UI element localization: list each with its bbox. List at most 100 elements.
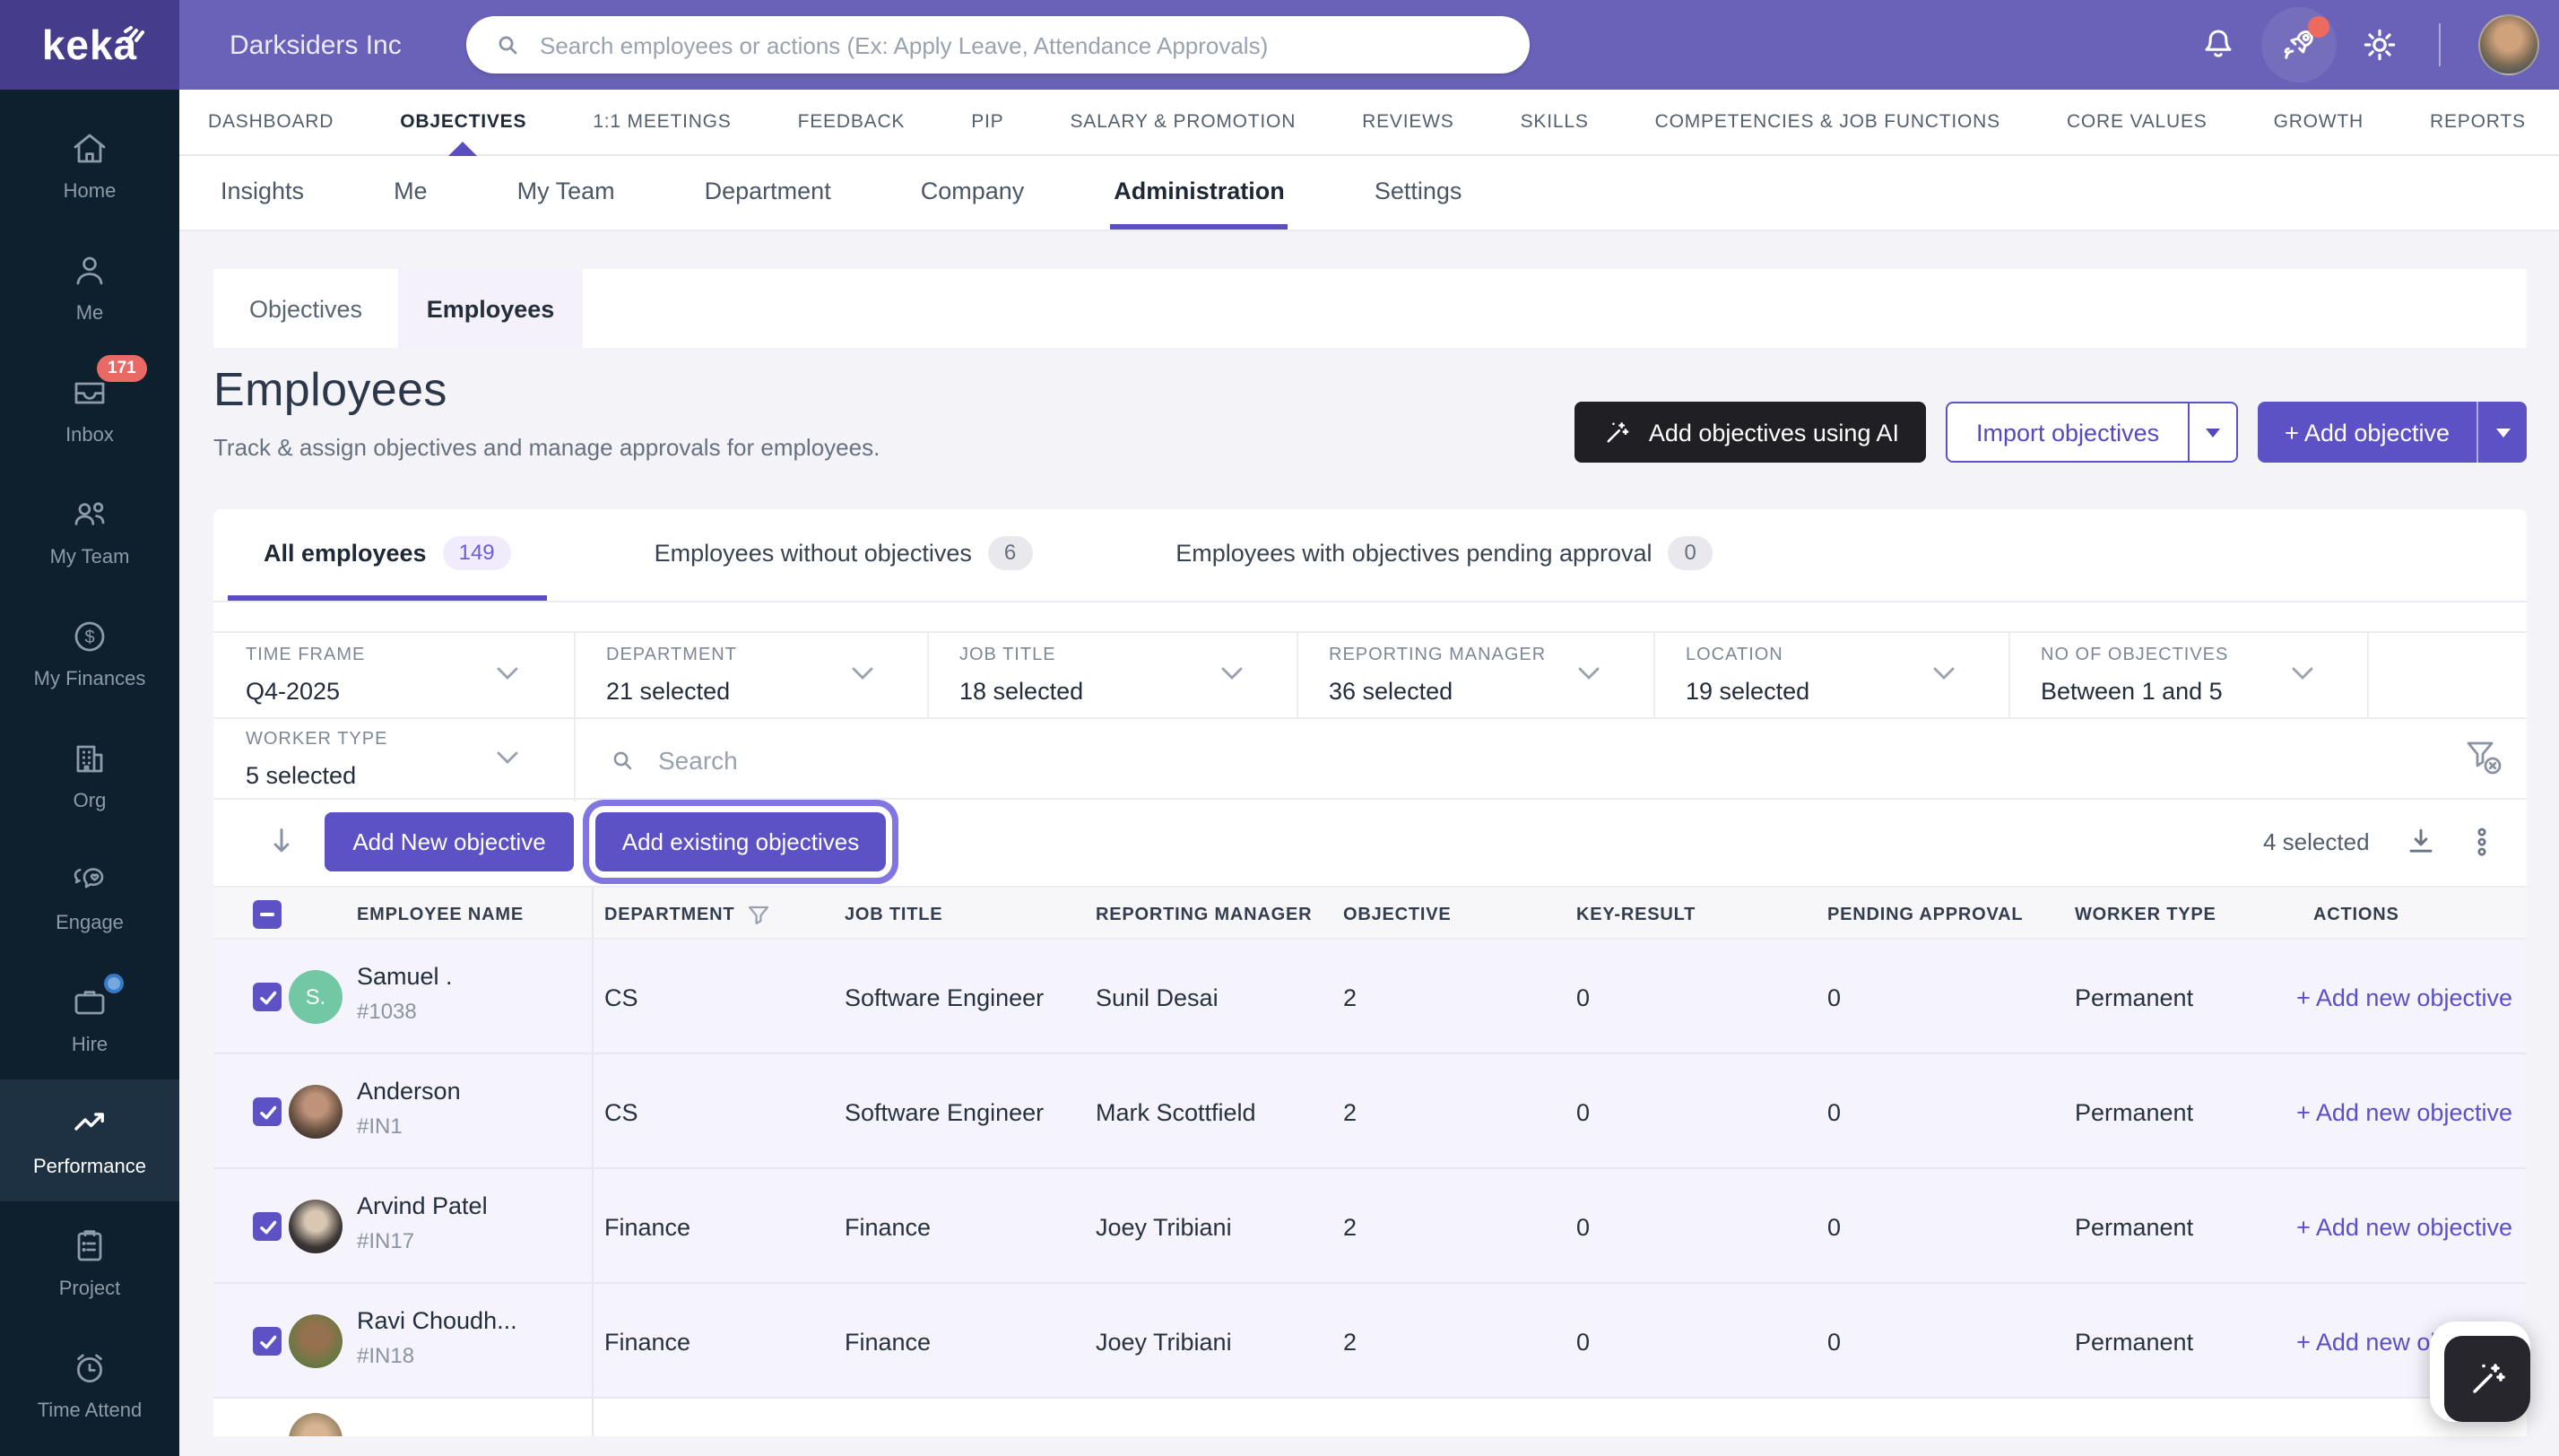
- filter-no-of-objectives[interactable]: NO OF OBJECTIVES Between 1 and 5: [2008, 633, 2367, 717]
- table-row-partial: [213, 1399, 2527, 1436]
- tab-skills[interactable]: SKILLS: [1521, 89, 1589, 155]
- row-checkbox-checked[interactable]: [253, 983, 282, 1011]
- col-worker-type[interactable]: WORKER TYPE: [2075, 888, 2216, 941]
- global-search[interactable]: [466, 16, 1530, 74]
- tab-growth[interactable]: GROWTH: [2274, 89, 2364, 155]
- add-new-objective-link[interactable]: + Add new objective: [2296, 1054, 2512, 1169]
- filter-reporting-manager[interactable]: REPORTING MANAGER 36 selected: [1297, 633, 1653, 717]
- clear-filter-icon[interactable]: [2464, 737, 2503, 776]
- add-new-objective-link[interactable]: + Add new objective: [2296, 1169, 2512, 1284]
- employee-name[interactable]: Ravi Choudh...: [357, 1307, 517, 1334]
- funnel-icon[interactable]: [747, 905, 768, 924]
- tab-1-1-meetings[interactable]: 1:1 MEETINGS: [593, 89, 731, 155]
- arrow-down-icon[interactable]: [260, 821, 303, 864]
- avatar: [289, 1314, 343, 1368]
- import-dropdown-caret[interactable]: [2190, 403, 2236, 461]
- sidebar-item-my-team[interactable]: My Team: [0, 470, 179, 592]
- global-search-input[interactable]: [540, 31, 1505, 58]
- import-objectives-button[interactable]: Import objectives: [1946, 402, 2238, 463]
- sidebar-item-home[interactable]: Home: [0, 104, 179, 226]
- employee-name[interactable]: Anderson: [357, 1078, 461, 1105]
- subtab-department[interactable]: Department: [701, 156, 835, 230]
- chevron-down-icon: [497, 751, 518, 766]
- sidebar-item-me[interactable]: Me: [0, 226, 179, 348]
- tab-dashboard[interactable]: DASHBOARD: [208, 89, 334, 155]
- row-checkbox-checked[interactable]: [253, 1212, 282, 1241]
- sidebar-item-performance[interactable]: Performance: [0, 1079, 179, 1201]
- filter-time-frame[interactable]: TIME FRAME Q4-2025: [213, 633, 574, 717]
- bell-icon[interactable]: [2197, 23, 2240, 66]
- selected-count: 4 selected: [2263, 828, 2370, 855]
- row-checkbox-checked[interactable]: [253, 1097, 282, 1126]
- tab-feedback[interactable]: FEEDBACK: [798, 89, 906, 155]
- col-job-title[interactable]: JOB TITLE: [845, 888, 942, 941]
- employee-id: #IN1: [357, 1114, 403, 1139]
- subtab-company[interactable]: Company: [917, 156, 1028, 230]
- sidebar-item-my-finances[interactable]: $ My Finances: [0, 592, 179, 714]
- tab-employees-without-objectives[interactable]: Employees without objectives 6: [619, 509, 1069, 601]
- tab-pip[interactable]: PIP: [971, 89, 1003, 155]
- tab-employees-pending-approval[interactable]: Employees with objectives pending approv…: [1140, 509, 1748, 601]
- view-tab-objectives[interactable]: Objectives: [213, 269, 398, 348]
- download-icon[interactable]: [2401, 823, 2441, 862]
- sidebar-item-org[interactable]: Org: [0, 714, 179, 836]
- logo-spark-icon: [122, 16, 154, 45]
- filter-worker-type[interactable]: WORKER TYPE 5 selected: [213, 717, 574, 802]
- tab-competencies[interactable]: COMPETENCIES & JOB FUNCTIONS: [1655, 89, 2000, 155]
- col-pending-approval[interactable]: PENDING APPROVAL: [1827, 888, 2023, 941]
- filter-job-title[interactable]: JOB TITLE 18 selected: [927, 633, 1297, 717]
- view-tab-employees[interactable]: Employees: [398, 269, 583, 348]
- employee-name[interactable]: Arvind Patel: [357, 1192, 488, 1219]
- tab-core-values[interactable]: CORE VALUES: [2067, 89, 2208, 155]
- add-existing-objectives-button[interactable]: Add existing objectives: [595, 812, 886, 871]
- ai-assistant-fab[interactable]: [2430, 1322, 2530, 1422]
- col-objective[interactable]: OBJECTIVE: [1343, 888, 1452, 941]
- tab-objectives[interactable]: OBJECTIVES: [400, 89, 526, 155]
- bulk-action-bar: Add New objective Add existing objective…: [213, 800, 2527, 886]
- employee-id: #IN18: [357, 1343, 414, 1368]
- subtab-my-team[interactable]: My Team: [514, 156, 619, 230]
- employee-name[interactable]: Samuel .: [357, 963, 453, 990]
- row-checkbox-checked[interactable]: [253, 1327, 282, 1356]
- content-area: Objectives Employees Employees Track & a…: [179, 231, 2559, 1456]
- tab-all-employees[interactable]: All employees 149: [228, 509, 547, 601]
- subtab-me[interactable]: Me: [390, 156, 431, 230]
- col-employee-name[interactable]: EMPLOYEE NAME: [357, 888, 524, 941]
- sidebar-item-hire[interactable]: Hire: [0, 958, 179, 1079]
- add-new-objective-link[interactable]: + Add new objective: [2296, 940, 2512, 1054]
- subtab-settings[interactable]: Settings: [1371, 156, 1466, 230]
- checkbox-indeterminate[interactable]: [253, 900, 282, 929]
- rocket-icon[interactable]: [2277, 23, 2320, 66]
- tab-reports[interactable]: REPORTS: [2430, 89, 2526, 155]
- table-search[interactable]: [576, 717, 2369, 802]
- filter-department[interactable]: DEPARTMENT 21 selected: [574, 633, 927, 717]
- subtab-insights[interactable]: Insights: [217, 156, 308, 230]
- user-avatar[interactable]: [2478, 14, 2539, 75]
- sub-nav: Insights Me My Team Department Company A…: [179, 156, 2559, 231]
- col-key-result[interactable]: KEY-RESULT: [1576, 888, 1696, 941]
- employee-filter-tabs: All employees 149 Employees without obje…: [213, 509, 2527, 602]
- add-objective-dropdown-caret[interactable]: [2478, 402, 2527, 463]
- table-search-input[interactable]: [658, 745, 2093, 774]
- col-department[interactable]: DEPARTMENT: [604, 888, 768, 941]
- rocket-badge-dot: [2308, 16, 2329, 38]
- sidebar-item-time-attend[interactable]: Time Attend: [0, 1323, 179, 1445]
- page-header: Employees Track & assign objectives and …: [213, 348, 2527, 509]
- sidebar-item-engage[interactable]: Engage: [0, 836, 179, 958]
- table-row: Anderson #IN1 CS Software Engineer Mark …: [213, 1054, 2527, 1169]
- gear-icon[interactable]: [2358, 23, 2401, 66]
- add-objectives-ai-button[interactable]: Add objectives using AI: [1575, 402, 1926, 463]
- chevron-down-icon: [1221, 667, 1243, 681]
- add-new-objective-button[interactable]: Add New objective: [325, 812, 574, 871]
- tab-salary-promotion[interactable]: SALARY & PROMOTION: [1070, 89, 1296, 155]
- kebab-menu-icon[interactable]: [2462, 823, 2502, 862]
- sidebar-item-project[interactable]: Project: [0, 1201, 179, 1323]
- filter-location[interactable]: LOCATION 19 selected: [1653, 633, 2008, 717]
- tab-reviews[interactable]: REVIEWS: [1362, 89, 1453, 155]
- subtab-administration[interactable]: Administration: [1110, 156, 1288, 230]
- view-tabs: Objectives Employees: [213, 269, 2527, 348]
- sidebar-item-inbox[interactable]: Inbox 171: [0, 348, 179, 470]
- add-objective-button[interactable]: + Add objective: [2258, 402, 2527, 463]
- keka-logo[interactable]: keka: [0, 0, 179, 90]
- col-reporting-manager[interactable]: REPORTING MANAGER: [1096, 888, 1312, 941]
